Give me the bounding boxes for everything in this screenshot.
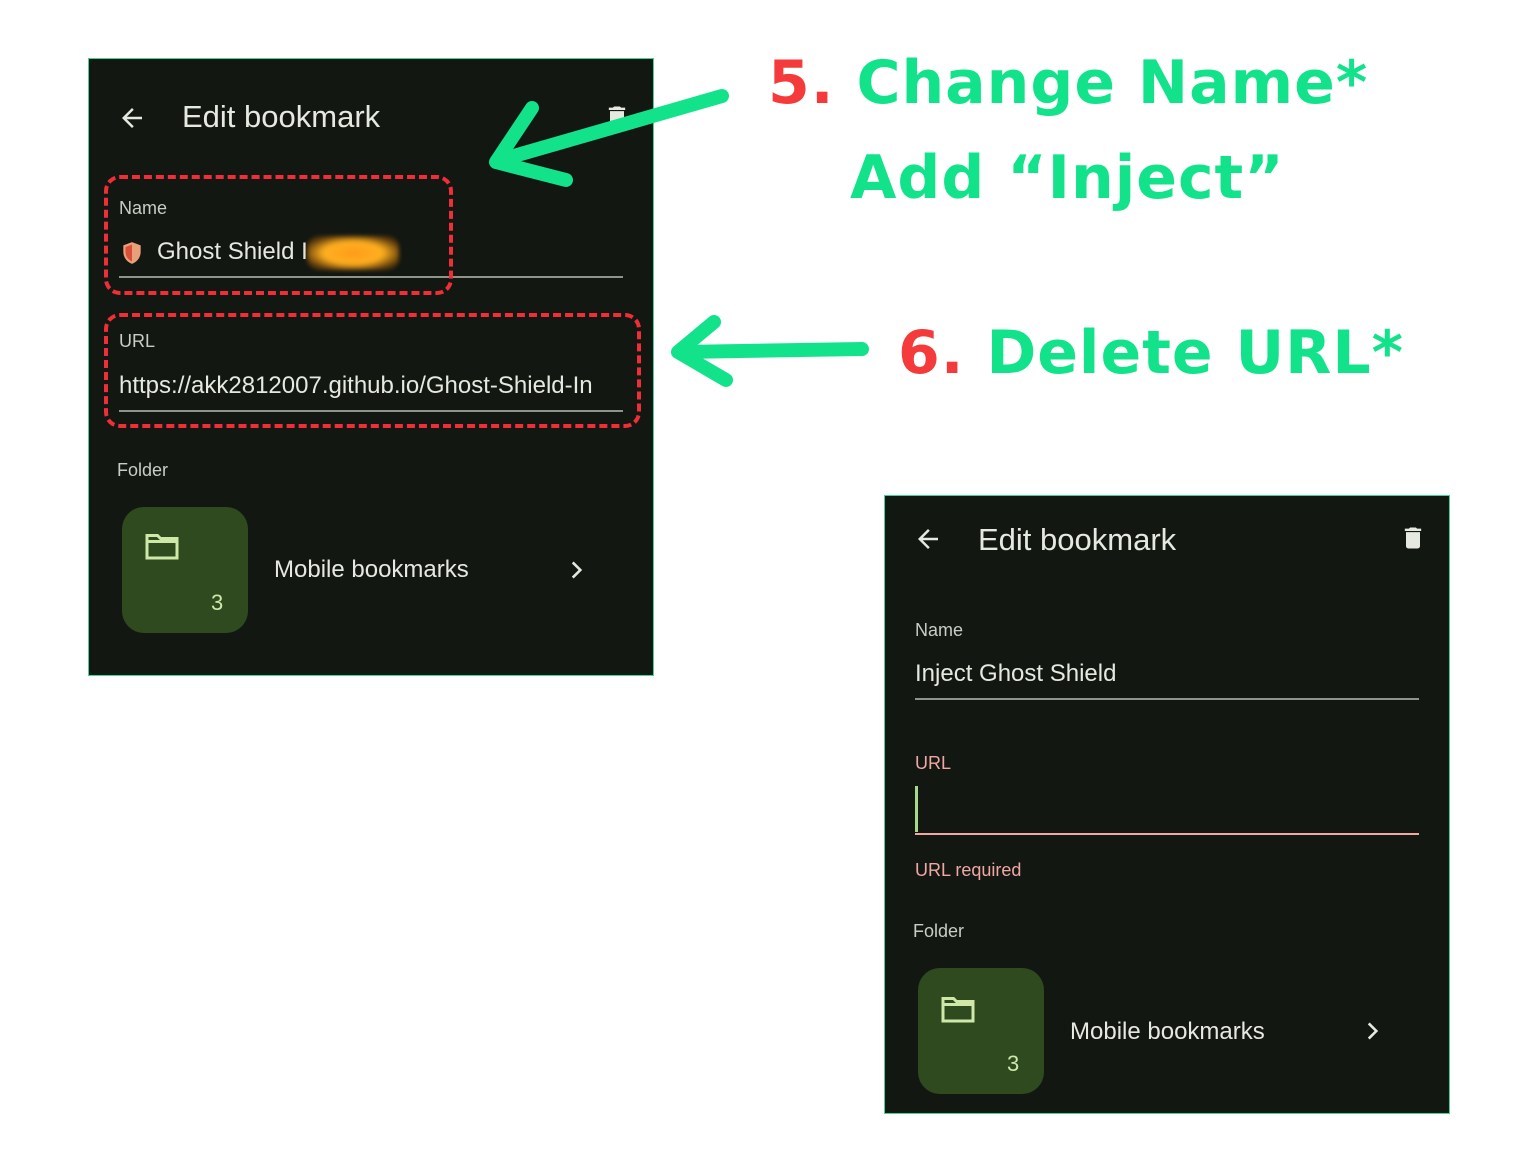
step5-arrow <box>489 89 729 187</box>
annotation-arrows <box>489 89 869 387</box>
step6-arrow <box>671 315 869 387</box>
